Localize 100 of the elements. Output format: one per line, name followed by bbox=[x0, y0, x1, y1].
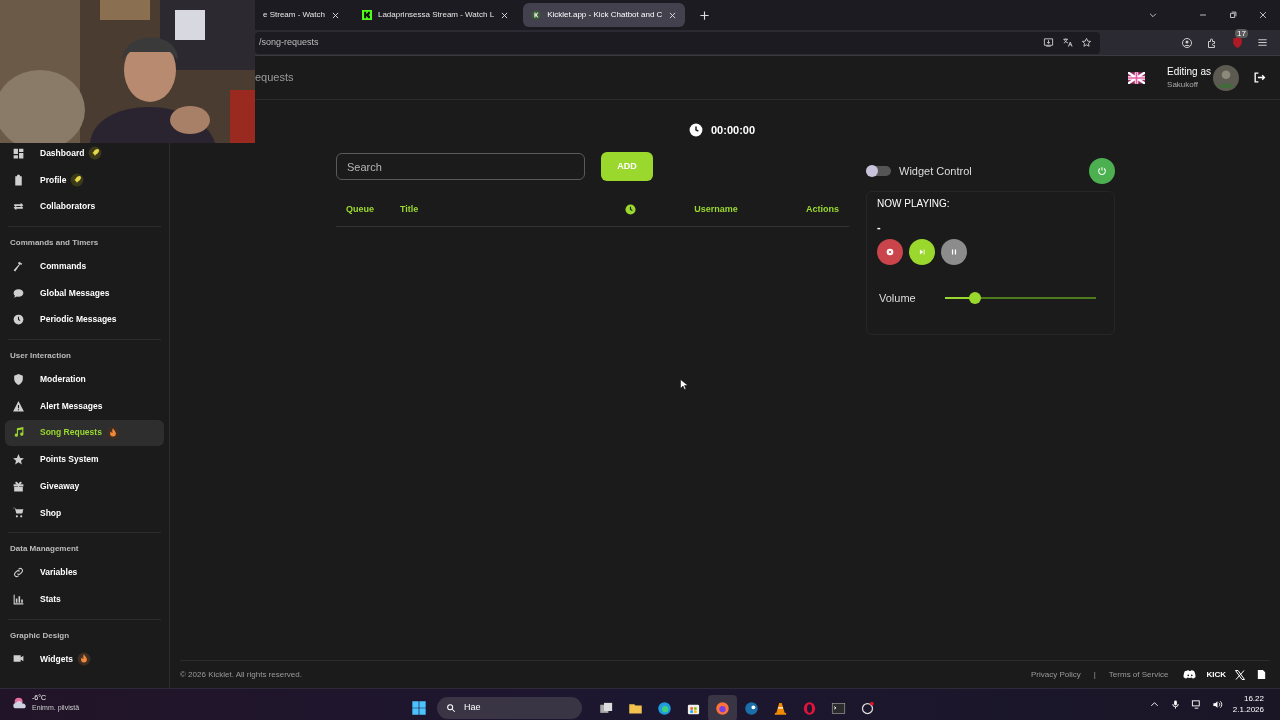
grid-icon bbox=[12, 146, 25, 160]
translate-icon[interactable] bbox=[1062, 37, 1073, 48]
timer: 00:00:00 bbox=[711, 123, 756, 138]
windows-start-icon[interactable] bbox=[411, 700, 427, 716]
sidebar-item[interactable]: Giveaway bbox=[5, 472, 164, 500]
flag-icon[interactable] bbox=[1128, 71, 1146, 84]
circular-app-icon[interactable] bbox=[860, 700, 875, 716]
column-header[interactable]: Title bbox=[400, 202, 600, 217]
sidebar-item[interactable]: Alert Messages bbox=[5, 392, 164, 420]
kick-logo[interactable]: KICK bbox=[1206, 668, 1226, 681]
sidebar-item[interactable]: Shop bbox=[5, 499, 164, 527]
star-icon[interactable] bbox=[1081, 37, 1092, 48]
mouse-cursor-icon bbox=[680, 378, 689, 391]
pause-icon bbox=[949, 247, 959, 257]
kicklet-logo-icon bbox=[531, 10, 542, 20]
close-icon[interactable] bbox=[500, 10, 510, 20]
x-logo-icon[interactable] bbox=[1234, 668, 1246, 681]
section-heading: User Interaction bbox=[9, 350, 72, 363]
sidebar-item[interactable]: Stats bbox=[5, 585, 164, 613]
close-icon[interactable] bbox=[1258, 10, 1268, 20]
sidebar-item[interactable]: Song Requests bbox=[5, 419, 164, 447]
close-icon[interactable] bbox=[668, 10, 678, 20]
sidebar-item[interactable]: Dashboard bbox=[5, 140, 164, 167]
browser-tab[interactable]: e Stream - Watch bbox=[255, 3, 348, 27]
privacy-policy-link[interactable]: Privacy Policy bbox=[1031, 668, 1081, 681]
avatar-icon[interactable] bbox=[1213, 64, 1239, 91]
section-heading: Data Management bbox=[9, 543, 80, 556]
power-icon bbox=[1097, 166, 1107, 176]
sidebar-item[interactable]: Widgets bbox=[5, 645, 164, 673]
sidebar-item[interactable]: Commands bbox=[5, 253, 164, 280]
edge-browser-icon[interactable] bbox=[657, 700, 672, 716]
column-header[interactable]: Queue bbox=[336, 202, 400, 217]
document-icon[interactable] bbox=[1256, 668, 1267, 681]
volume-label: Volume bbox=[878, 291, 917, 306]
search-field[interactable]: Search bbox=[336, 153, 585, 180]
shield-icon bbox=[12, 372, 25, 386]
close-icon[interactable] bbox=[330, 10, 340, 20]
taskbar-search[interactable]: Hae bbox=[437, 697, 582, 719]
clipboard-icon bbox=[12, 173, 25, 187]
clock-icon bbox=[689, 123, 703, 138]
sidebar-item[interactable]: Variables bbox=[5, 559, 164, 586]
firefox-icon[interactable] bbox=[715, 700, 730, 716]
toggle-switch[interactable] bbox=[866, 166, 891, 176]
skip-icon bbox=[917, 247, 927, 257]
stop-button[interactable] bbox=[877, 239, 903, 265]
clock-time[interactable]: 16.22 bbox=[1243, 693, 1264, 704]
close-circle-icon bbox=[885, 247, 895, 257]
sidebar-item[interactable]: Points System bbox=[5, 446, 164, 473]
download-icon[interactable] bbox=[1043, 37, 1054, 48]
copyright-text: © 2026 Kicklet. All rights reserved. bbox=[180, 668, 302, 681]
pause-button[interactable] bbox=[941, 239, 967, 265]
sidebar-item[interactable]: Periodic Messages bbox=[5, 306, 164, 334]
power-button[interactable] bbox=[1089, 158, 1115, 184]
separator: | bbox=[1093, 668, 1096, 681]
account-icon[interactable] bbox=[1181, 36, 1193, 49]
puzzle-icon[interactable] bbox=[1206, 36, 1218, 49]
weather-icon[interactable] bbox=[12, 695, 28, 711]
plus-icon[interactable] bbox=[699, 9, 711, 21]
column-header[interactable]: Actions bbox=[772, 202, 849, 217]
terminal-icon[interactable] bbox=[831, 700, 846, 716]
cart-icon bbox=[12, 506, 25, 520]
menu-icon[interactable] bbox=[1257, 37, 1268, 48]
restore-icon[interactable] bbox=[1228, 10, 1238, 20]
section-heading: Graphic Design bbox=[9, 629, 71, 642]
logout-icon[interactable] bbox=[1253, 71, 1266, 84]
speaker-icon[interactable] bbox=[1211, 698, 1223, 710]
address-bar[interactable]: /song-requests bbox=[255, 31, 1100, 54]
terms-link[interactable]: Terms of Service bbox=[1108, 668, 1169, 681]
star-icon bbox=[12, 453, 25, 467]
clock-icon bbox=[12, 313, 25, 327]
clock-icon bbox=[624, 204, 636, 215]
slider-thumb[interactable] bbox=[969, 292, 982, 305]
sidebar-item[interactable]: Global Messages bbox=[5, 279, 164, 307]
steam-icon[interactable] bbox=[744, 700, 759, 716]
shield-extension-icon[interactable] bbox=[1231, 35, 1244, 49]
bar-chart-icon bbox=[12, 592, 25, 606]
link-icon bbox=[12, 566, 25, 580]
opera-icon[interactable] bbox=[802, 700, 817, 716]
browser-tab[interactable]: Ladaprinsessa Stream - Watch L bbox=[353, 3, 518, 27]
music-note-icon bbox=[12, 426, 25, 440]
network-icon[interactable] bbox=[1190, 698, 1202, 710]
skip-button[interactable] bbox=[909, 239, 935, 265]
browser-tab[interactable]: Kicklet.app - Kick Chatbot and C bbox=[523, 3, 686, 27]
microphone-icon[interactable] bbox=[1169, 698, 1181, 710]
url-text: /song-requests bbox=[258, 35, 320, 49]
gift-icon bbox=[12, 479, 25, 493]
sidebar-item[interactable]: Moderation bbox=[5, 366, 164, 393]
notification-badge: 17 bbox=[1235, 28, 1248, 38]
clock-date[interactable]: 2.1.2026 bbox=[1232, 704, 1264, 715]
traffic-cone-icon[interactable] bbox=[773, 700, 788, 716]
sidebar-item[interactable]: Collaborators bbox=[5, 193, 164, 221]
task-view-icon[interactable] bbox=[599, 700, 614, 716]
editing-label: Editing as bbox=[1167, 65, 1211, 79]
sidebar-item[interactable]: Profile bbox=[5, 166, 164, 194]
hammer-icon bbox=[12, 259, 25, 273]
warning-icon bbox=[12, 399, 25, 413]
chevron-down-icon[interactable] bbox=[1148, 10, 1158, 20]
username: Sakukoff bbox=[1167, 79, 1200, 91]
speech-bubble-icon bbox=[12, 286, 25, 300]
column-header[interactable]: Username bbox=[660, 202, 772, 217]
